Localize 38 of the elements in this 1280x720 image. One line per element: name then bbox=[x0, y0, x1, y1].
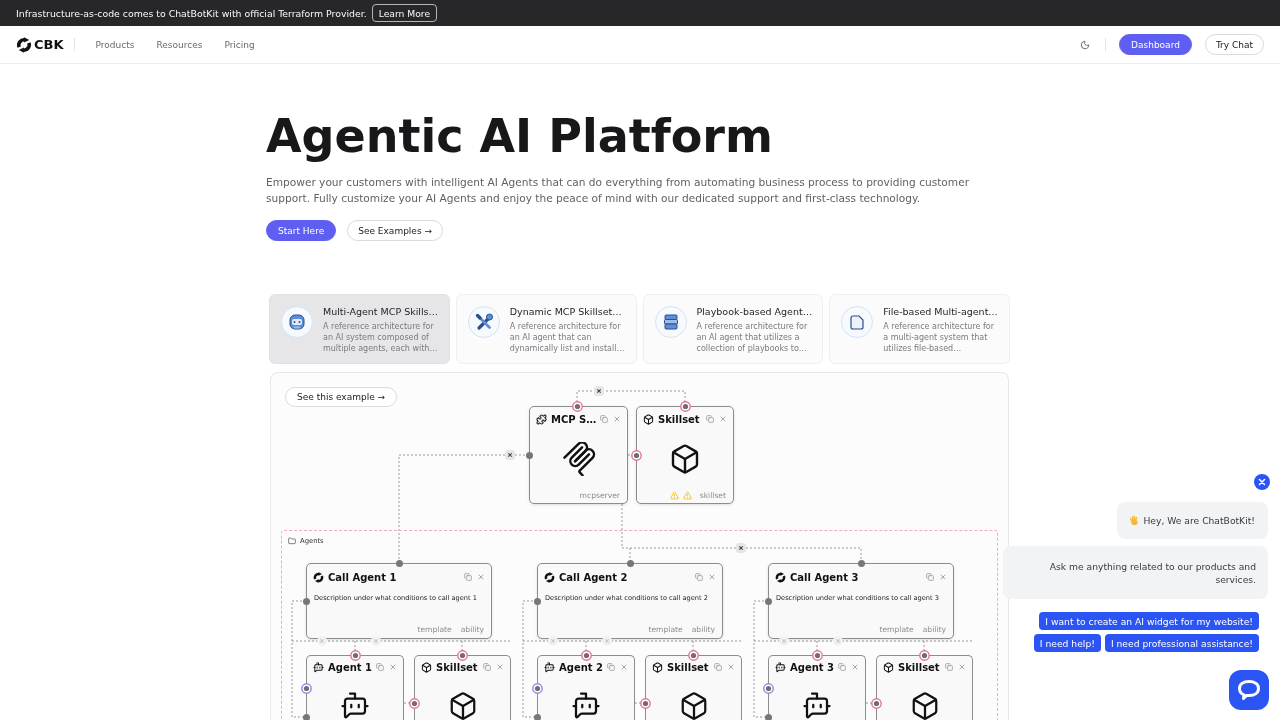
example-card[interactable]: Playbook-based Agent… A reference architecture for an AI agent that utilizes a collection of playbooks to… bbox=[642, 294, 824, 364]
card-title: File-based Multi-agent… bbox=[883, 306, 999, 318]
example-card[interactable]: File-based Multi-agent… A reference architecture for a multi-agent system that utilizes file-based… bbox=[829, 294, 1010, 364]
suggestion-button[interactable]: I need help! bbox=[1033, 634, 1101, 652]
books-icon bbox=[654, 306, 687, 338]
tools-icon bbox=[467, 306, 500, 338]
waving-hand-icon bbox=[1129, 515, 1141, 526]
nav-link[interactable]: Pricing bbox=[224, 39, 255, 50]
hero-button[interactable]: See Examples → bbox=[347, 220, 443, 241]
suggestion-button[interactable]: I want to create an AI widget for my website! bbox=[1039, 612, 1259, 630]
document-icon bbox=[841, 306, 874, 338]
card-title: Multi-Agent MCP Skills… bbox=[323, 306, 440, 318]
close-icon[interactable] bbox=[1254, 474, 1270, 490]
card-title: Playbook-based Agent… bbox=[696, 306, 814, 318]
card-description: A reference architecture for an AI agent that utilizes a collection of playbooks to… bbox=[696, 321, 809, 354]
logo-icon bbox=[16, 36, 32, 53]
moon-icon[interactable] bbox=[1080, 39, 1091, 50]
learn-more-button[interactable]: Learn More bbox=[371, 4, 438, 22]
hero-button[interactable]: Start Here bbox=[266, 220, 337, 241]
chat-message-text: Hey, We are ChatBotKit! bbox=[1143, 514, 1255, 527]
suggestion-button[interactable]: I need professional assistance! bbox=[1104, 634, 1259, 652]
card-title: Dynamic MCP Skillset… bbox=[509, 306, 623, 318]
robot-icon bbox=[281, 306, 313, 338]
announcement-text: Infrastructure-as-code comes to ChatBotKit with official Terraform Provider. bbox=[16, 7, 367, 19]
hero-description: Empower your customers with intelligent AI Agents that can do everything from automating business process to providing customer support. Fully customize your AI Agents and enjoy the peace of mind with our dedicated support and first-class technology. bbox=[266, 175, 971, 206]
nav-link[interactable]: Products bbox=[95, 39, 135, 50]
nav-button[interactable]: Try Chat bbox=[1204, 34, 1264, 55]
hero-title: Agentic AI Platform bbox=[266, 109, 774, 164]
example-card[interactable]: Dynamic MCP Skillset… A reference architecture for an AI agent that can dynamically list and install… bbox=[455, 294, 637, 364]
chat-message-text: Ask me anything related to our products and services. bbox=[1048, 560, 1256, 586]
card-description: A reference architecture for a multi-agent system that utilizes file-based… bbox=[883, 321, 995, 354]
nav-link[interactable]: Resources bbox=[156, 39, 203, 50]
brand-link[interactable]: CBK bbox=[16, 36, 64, 53]
example-card[interactable]: Multi-Agent MCP Skills… A reference architecture for an AI system composed of multiple agents, each with… bbox=[269, 294, 450, 364]
chat-icon[interactable] bbox=[1229, 670, 1269, 710]
nav-button[interactable]: Dashboard bbox=[1119, 34, 1192, 55]
card-description: A reference architecture for an AI system composed of multiple agents, each with… bbox=[323, 321, 439, 354]
card-description: A reference architecture for an AI agent that can dynamically list and install… bbox=[509, 321, 626, 354]
